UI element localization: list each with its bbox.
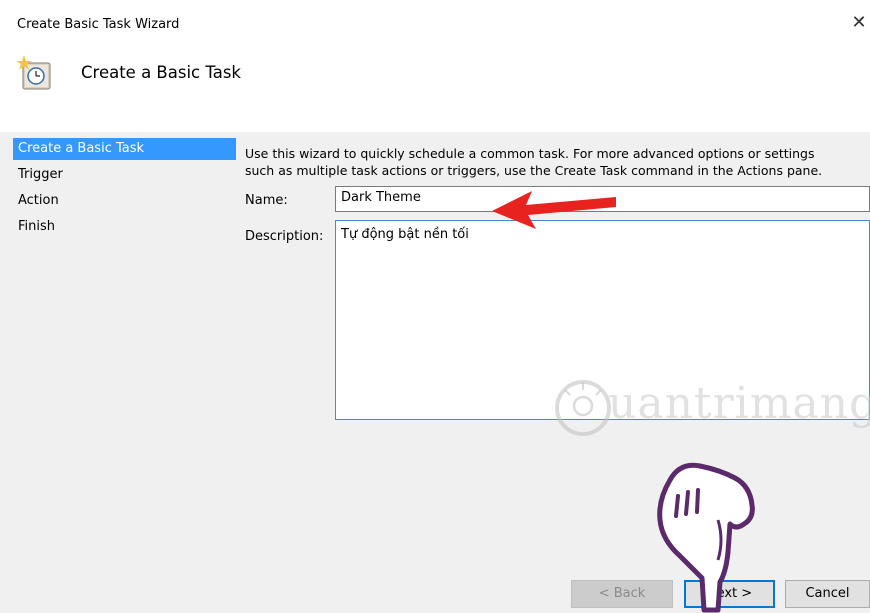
pointing-hand-icon <box>657 462 755 613</box>
wizard-steps-nav: Create a Basic Task Trigger Action Finis… <box>11 132 236 613</box>
close-icon: ✕ <box>851 12 867 33</box>
header-title: Create a Basic Task <box>81 63 241 82</box>
red-arrow-icon <box>492 191 616 229</box>
nav-item-create-basic-task[interactable]: Create a Basic Task <box>13 138 236 160</box>
nav-item-finish[interactable]: Finish <box>13 216 236 238</box>
nav-item-action[interactable]: Action <box>13 190 236 212</box>
cancel-button[interactable]: Cancel <box>785 580 870 608</box>
intro-line-2: such as multiple task actions or trigger… <box>245 163 823 178</box>
intro-text: Use this wizard to quickly schedule a co… <box>245 145 865 179</box>
watermark-text: uantrimang <box>608 378 870 429</box>
wizard-header <box>0 44 870 132</box>
name-label: Name: <box>245 193 288 208</box>
nav-item-trigger[interactable]: Trigger <box>13 164 236 186</box>
window-title: Create Basic Task Wizard <box>17 17 180 32</box>
task-scheduler-clock-icon <box>16 55 51 90</box>
title-bar: Create Basic Task Wizard <box>0 0 870 44</box>
intro-line-1: Use this wizard to quickly schedule a co… <box>245 146 815 161</box>
description-label: Description: <box>245 229 324 244</box>
close-button[interactable]: ✕ <box>848 12 870 34</box>
